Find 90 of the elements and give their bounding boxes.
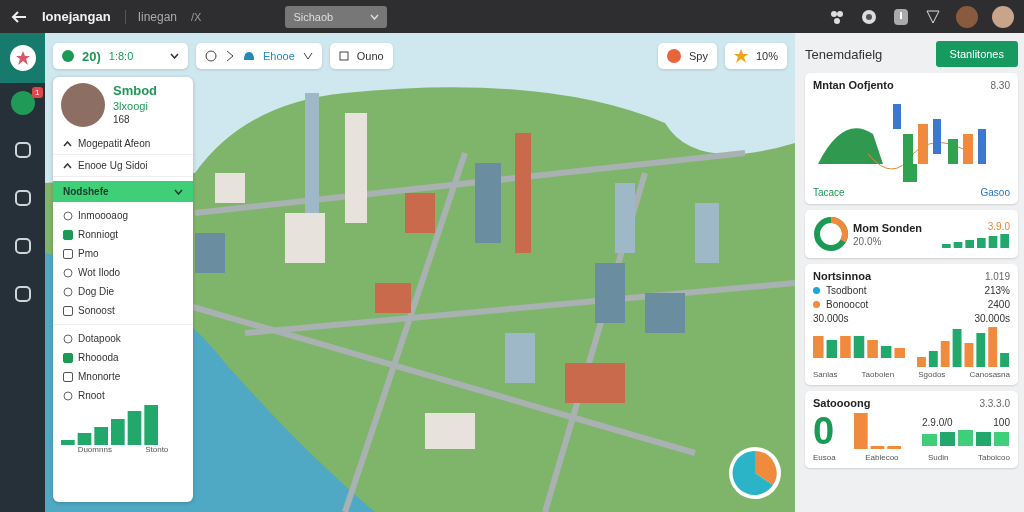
legend-label: Bonoocot: [826, 299, 869, 310]
app-title: Ionejangan: [42, 9, 111, 24]
menu-item[interactable]: Rhoooda: [53, 348, 193, 367]
axis-label: Taboicoo: [977, 453, 1010, 462]
section-link[interactable]: Mogepatit Afeon: [53, 133, 193, 155]
breadcrumb-text: Iinegan: [124, 9, 177, 24]
grid-icon: [338, 51, 349, 61]
circle-icon: [63, 333, 73, 344]
axis-label: Sanlas: [813, 370, 838, 379]
notification-button[interactable]: [10, 91, 35, 115]
circle-icon[interactable]: [860, 7, 878, 26]
logo-icon: [9, 45, 36, 71]
axis-label: Taobolen: [861, 370, 895, 379]
cloud-icon: [243, 51, 255, 61]
card-title: Mntan Oofjento: [813, 79, 894, 91]
card-value: 1.019: [984, 270, 1010, 282]
legend-label: Tsodbont: [826, 285, 867, 296]
menu-item[interactable]: Sonoost: [53, 301, 193, 320]
resource-count: 20): [82, 48, 101, 64]
percent-text: 20.0%: [853, 235, 883, 247]
profile-role: 3lxoogi: [113, 100, 149, 112]
stat-text: Spy: [689, 50, 708, 62]
menu-item[interactable]: Ronniogt: [53, 225, 193, 244]
photo-placeholder: [61, 83, 105, 127]
profile-name: Smbod: [113, 83, 158, 98]
menu-item[interactable]: Mnonorte: [53, 367, 193, 386]
card-title: Nortsinnoa: [813, 270, 872, 282]
checkbox[interactable]: [63, 229, 73, 240]
checkbox[interactable]: [63, 371, 73, 382]
donut-chart-icon: [813, 216, 849, 252]
card-value: 8.30: [990, 79, 1010, 91]
menu-item[interactable]: Pmo: [53, 244, 193, 263]
notification-badge: 1: [32, 87, 43, 98]
axis-label: Sudin: [928, 453, 949, 462]
menu-item[interactable]: Inmoooaog: [53, 206, 193, 225]
circle-icon: [63, 210, 73, 221]
panel-title: Tenemdafielg: [805, 46, 883, 62]
axis-label: Duomnns: [77, 445, 112, 454]
profile-level: 168: [113, 114, 131, 125]
legend-value: 2400: [987, 299, 1010, 310]
circle-icon: [63, 286, 73, 297]
score-value: 0: [813, 412, 835, 450]
chevron-icon: [302, 52, 313, 60]
checkbox[interactable]: [63, 352, 73, 363]
chevron-icon: [174, 188, 183, 195]
shortcut-text: /X: [191, 10, 202, 23]
chart-caption: 30.000s: [813, 313, 849, 324]
menu-item[interactable]: Wot Ilodo: [53, 263, 193, 282]
filter-icon[interactable]: [924, 7, 942, 26]
card-title: Satoooong: [813, 397, 871, 409]
checkbox[interactable]: [63, 305, 73, 316]
info-button[interactable]: Ouno: [329, 43, 393, 69]
coin-icon: [62, 50, 74, 62]
bar-chart: [942, 233, 1010, 248]
resource-dropdown[interactable]: 20) 1:8:0: [53, 43, 188, 69]
axis-label: Sgodos: [918, 370, 946, 379]
group-header[interactable]: Nodshefe: [53, 181, 193, 202]
menu-item[interactable]: Rnoot: [53, 386, 193, 405]
chart-caption: 2.9.0/0: [922, 416, 953, 428]
note-text: Gasoo: [980, 187, 1010, 198]
avatar[interactable]: [992, 5, 1014, 28]
action-button[interactable]: Stanlitones: [935, 41, 1018, 67]
section-link[interactable]: Enooe Ug Sidoi: [53, 155, 193, 177]
card-title: Mom Sonden: [853, 221, 924, 234]
axis-label: Eusoa: [813, 453, 836, 462]
menu-item[interactable]: Dog Die: [53, 282, 193, 301]
chevron-icon: [170, 53, 179, 59]
card-value: 3.9.0: [987, 220, 1010, 232]
bar-chart: [854, 413, 903, 449]
note-text: Tacace: [813, 187, 845, 198]
circle-icon: [63, 267, 73, 278]
axis-label: Canosasna: [969, 370, 1010, 379]
chart-caption: 30.000s: [974, 313, 1010, 324]
chart-caption: 100: [993, 416, 1010, 428]
legend-value: 213%: [984, 285, 1010, 296]
circle-icon: [63, 390, 73, 401]
time-text: 1:8:0: [108, 50, 134, 62]
star-icon: [733, 49, 748, 63]
chevron-icon: [370, 13, 380, 20]
stat-text: 10%: [755, 50, 778, 62]
card-value: 3.3.3.0: [979, 397, 1010, 409]
axis-label: Stonto: [145, 445, 169, 454]
badge-icon: [667, 49, 681, 63]
axis-label: Eablecoo: [865, 453, 899, 462]
chevron-icon: [63, 140, 72, 147]
checkbox[interactable]: [63, 248, 73, 259]
menu-item[interactable]: Dotapook: [53, 329, 193, 348]
tool-label: Ehooe: [263, 50, 295, 62]
chevron-icon: [63, 162, 72, 169]
alert-icon[interactable]: [892, 7, 910, 26]
